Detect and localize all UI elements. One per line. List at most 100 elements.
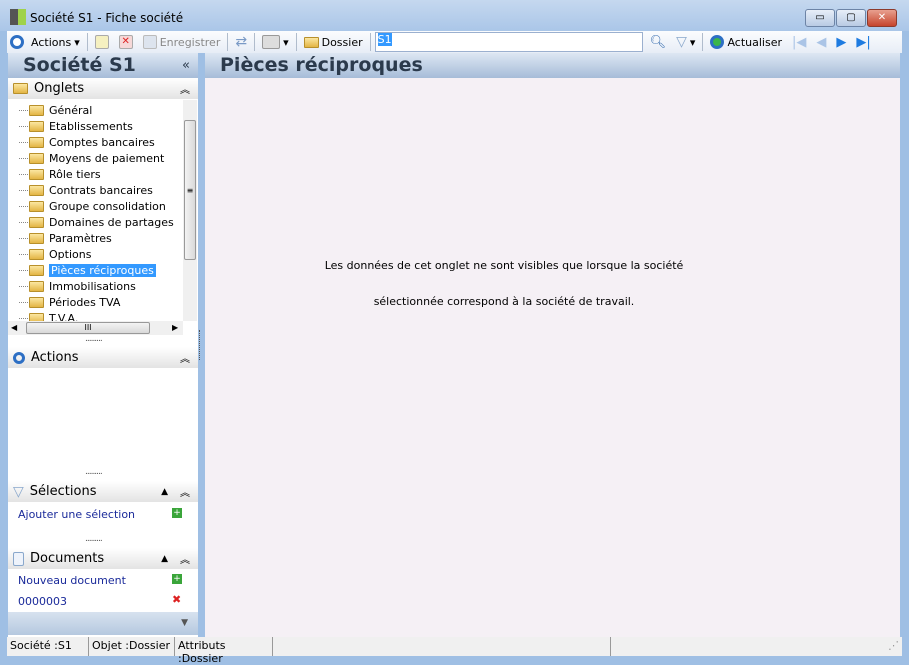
- new-document-icon: [94, 35, 109, 49]
- actions-section-label: Actions: [31, 350, 79, 365]
- tree-item[interactable]: Groupe consolidation: [8, 198, 183, 214]
- folder-icon: [29, 248, 44, 260]
- splitter[interactable]: .........: [85, 334, 103, 344]
- vertical-splitter[interactable]: [199, 330, 200, 360]
- new-button[interactable]: [92, 32, 112, 52]
- folder-icon: [29, 216, 44, 228]
- splitter[interactable]: .........: [85, 534, 103, 544]
- tree-item-label: Moyens de paiement: [49, 151, 165, 165]
- last-record-button[interactable]: ▶|: [853, 32, 873, 52]
- panel-title: Société S1: [23, 54, 136, 76]
- delete-button[interactable]: ✕: [116, 32, 136, 52]
- collapse-up-icon[interactable]: ▲: [161, 554, 168, 564]
- document-row[interactable]: 0000003 ✖: [8, 590, 198, 611]
- tree-item[interactable]: Options: [8, 246, 183, 262]
- tree-item-label: Général: [49, 103, 93, 117]
- tree-item[interactable]: Etablissements: [8, 118, 183, 134]
- add-selection-link[interactable]: Ajouter une sélection: [18, 508, 135, 521]
- print-button[interactable]: ▾: [259, 32, 292, 52]
- title-bar: Société S1 - Fiche société ▭ ▢ ✕: [0, 0, 909, 31]
- collapse-icon[interactable]: ︽: [180, 484, 190, 499]
- next-record-button[interactable]: ▶: [833, 32, 849, 52]
- tree-item[interactable]: Contrats bancaires: [8, 182, 183, 198]
- main-header: Pièces réciproques: [205, 53, 900, 78]
- tree-item[interactable]: Paramètres: [8, 230, 183, 246]
- tree-item-label: Domaines de partages: [49, 215, 174, 229]
- tree-item[interactable]: Rôle tiers: [8, 166, 183, 182]
- onglets-label: Onglets: [34, 81, 85, 96]
- actions-menu-button[interactable]: Actions ▾: [28, 32, 83, 52]
- scroll-thumb[interactable]: ≡: [184, 120, 196, 260]
- save-button[interactable]: Enregistrer: [140, 32, 224, 52]
- horizontal-scrollbar[interactable]: ◀ III ▶: [8, 321, 183, 335]
- previous-icon: ◀: [816, 34, 827, 50]
- maximize-button[interactable]: ▢: [836, 9, 866, 27]
- sync-button[interactable]: ⇄: [232, 32, 250, 52]
- last-icon: ▶|: [856, 34, 871, 50]
- folder-icon: [29, 312, 44, 321]
- main-panel: Pièces réciproques Les données de cet on…: [205, 53, 900, 637]
- selections-section: ▽ Sélections ▲ ︽ Ajouter une sélection +: [8, 481, 198, 522]
- tree-item[interactable]: Pièces réciproques: [8, 262, 183, 278]
- collapse-panel-button[interactable]: «: [182, 53, 190, 78]
- previous-record-button[interactable]: ◀: [813, 32, 829, 52]
- resize-grip[interactable]: ⋰: [611, 637, 902, 656]
- folder-icon: [29, 264, 44, 276]
- search-button[interactable]: 🔍︎: [647, 32, 670, 52]
- document-link[interactable]: 0000003: [18, 595, 67, 608]
- h-scroll-thumb[interactable]: III: [26, 322, 150, 334]
- sync-icon: ⇄: [235, 34, 248, 50]
- folder-icon: [29, 184, 44, 196]
- folder-icon: [29, 168, 44, 180]
- selections-label: Sélections: [29, 484, 97, 499]
- add-selection-row[interactable]: Ajouter une sélection +: [8, 502, 198, 522]
- new-document-link[interactable]: Nouveau document: [18, 574, 126, 587]
- separator: [227, 33, 229, 51]
- tree-item[interactable]: Domaines de partages: [8, 214, 183, 230]
- status-bar: Société :S1 Objet :Dossier Attributs :Do…: [7, 637, 902, 665]
- vertical-scrollbar[interactable]: ≡: [183, 100, 197, 321]
- documents-section-header[interactable]: Documents ▲ ︽: [8, 548, 198, 569]
- refresh-icon: [710, 35, 725, 49]
- new-document-row[interactable]: Nouveau document +: [8, 569, 198, 590]
- add-icon[interactable]: +: [172, 574, 182, 584]
- expand-panel-bar[interactable]: ▼: [8, 612, 198, 635]
- window-title: Société S1 - Fiche société: [30, 11, 184, 25]
- tree-item[interactable]: Immobilisations: [8, 278, 183, 294]
- minimize-button[interactable]: ▭: [805, 9, 835, 27]
- tree-item[interactable]: Général: [8, 102, 183, 118]
- status-objet: Objet :Dossier: [89, 637, 175, 656]
- tree-item[interactable]: Comptes bancaires: [8, 134, 183, 150]
- chevron-down-icon: ▾: [283, 35, 289, 49]
- actions-label: Actions: [31, 35, 72, 49]
- printer-icon: [262, 35, 281, 49]
- collapse-up-icon[interactable]: ▲: [161, 487, 168, 497]
- onglets-section-header[interactable]: Onglets ︽: [8, 78, 198, 99]
- close-button[interactable]: ✕: [867, 9, 897, 27]
- search-input[interactable]: S1: [374, 32, 643, 52]
- tree-item[interactable]: T.V.A.: [8, 310, 183, 321]
- collapse-icon[interactable]: ︽: [180, 81, 190, 96]
- first-record-button[interactable]: |◀: [789, 32, 809, 52]
- tree-item[interactable]: Périodes TVA: [8, 294, 183, 310]
- tree-item-label: Paramètres: [49, 231, 112, 245]
- splitter[interactable]: .........: [85, 467, 103, 477]
- tree-item[interactable]: Moyens de paiement: [8, 150, 183, 166]
- filter-button[interactable]: ▽ ▾: [673, 32, 698, 52]
- collapse-icon[interactable]: ︽: [180, 350, 190, 365]
- documents-label: Documents: [30, 551, 105, 566]
- filter-icon: ▽: [676, 34, 687, 50]
- tree-item-label: Périodes TVA: [49, 295, 121, 309]
- save-icon: [142, 35, 157, 49]
- dossier-button[interactable]: Dossier: [301, 32, 366, 52]
- collapse-icon[interactable]: ︽: [180, 551, 190, 566]
- actions-section-header[interactable]: Actions ︽: [8, 347, 198, 368]
- selections-section-header[interactable]: ▽ Sélections ▲ ︽: [8, 481, 198, 502]
- actions-circle-icon: [10, 35, 24, 49]
- add-icon[interactable]: +: [172, 508, 182, 518]
- separator: [86, 33, 88, 51]
- tree-item-label: T.V.A.: [49, 311, 79, 322]
- delete-icon[interactable]: ✖: [172, 593, 181, 606]
- toolbar: Actions ▾ ✕ Enregistrer ⇄ ▾ Dossier S1 🔍︎…: [7, 31, 902, 53]
- refresh-button[interactable]: Actualiser: [707, 32, 785, 52]
